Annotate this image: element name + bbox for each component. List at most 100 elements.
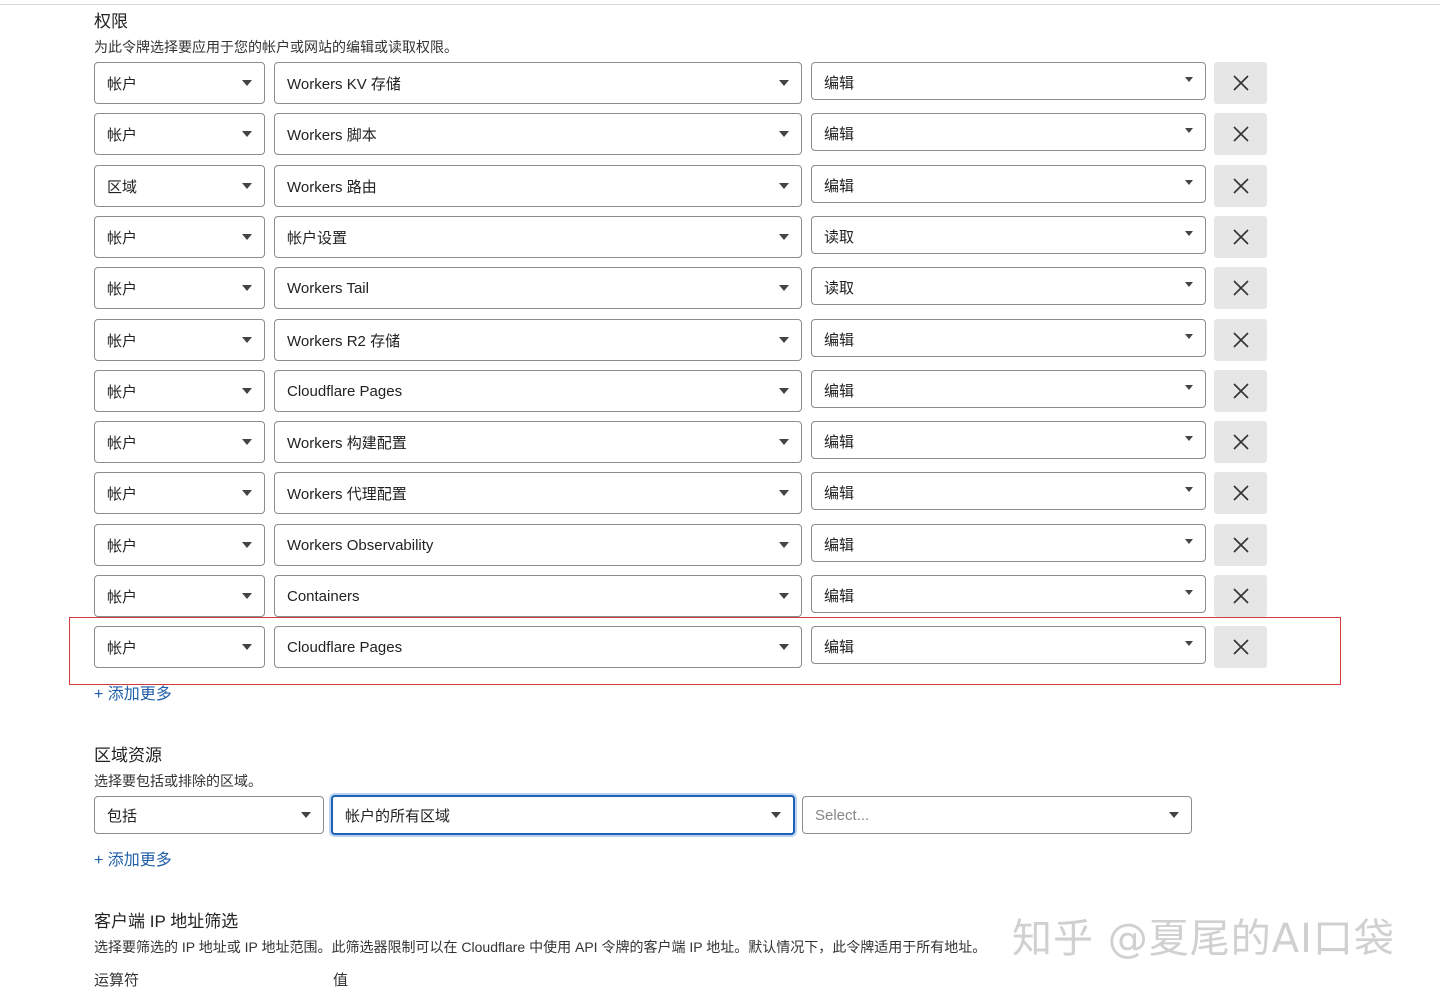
scope-value: 帐户 bbox=[107, 332, 138, 350]
scope-select[interactable]: 帐户 bbox=[94, 267, 265, 309]
zone-target-value: 帐户的所有区域 bbox=[345, 807, 451, 825]
access-select[interactable]: 编辑 bbox=[811, 165, 1206, 203]
resource-select[interactable]: Workers R2 存储 bbox=[274, 319, 802, 361]
scope-select[interactable]: 帐户 bbox=[94, 62, 265, 104]
access-select[interactable]: 编辑 bbox=[811, 421, 1206, 459]
resource-select[interactable]: Workers KV 存储 bbox=[274, 62, 802, 104]
remove-permission-button[interactable] bbox=[1214, 575, 1267, 617]
access-select[interactable]: 编辑 bbox=[811, 62, 1206, 100]
permission-row: 帐户 Workers KV 存储 编辑 bbox=[0, 62, 1440, 106]
caret-down-icon bbox=[242, 337, 252, 343]
resource-select[interactable]: Workers Observability bbox=[274, 524, 802, 566]
scope-select[interactable]: 帐户 bbox=[94, 319, 265, 361]
zone-specific-select[interactable]: Select... bbox=[802, 796, 1192, 834]
access-value: 编辑 bbox=[824, 383, 855, 400]
resource-select[interactable]: Workers 构建配置 bbox=[274, 421, 802, 463]
access-select[interactable]: 编辑 bbox=[811, 524, 1206, 562]
remove-permission-button[interactable] bbox=[1214, 113, 1267, 155]
scope-select[interactable]: 帐户 bbox=[94, 370, 265, 412]
resource-select[interactable]: Workers 代理配置 bbox=[274, 472, 802, 514]
scope-value: 帐户 bbox=[107, 126, 138, 144]
caret-down-icon bbox=[771, 812, 781, 818]
operator-label: 运算符 bbox=[94, 972, 140, 989]
client-ip-title: 客户端 IP 地址筛选 bbox=[94, 912, 239, 931]
caret-down-icon bbox=[1185, 487, 1193, 492]
scope-select[interactable]: 帐户 bbox=[94, 472, 265, 514]
resource-select[interactable]: Containers bbox=[274, 575, 802, 617]
resource-select[interactable]: Workers 脚本 bbox=[274, 113, 802, 155]
access-value: 编辑 bbox=[824, 332, 855, 349]
permission-row: 区域 Workers 路由 编辑 bbox=[0, 165, 1440, 209]
caret-down-icon bbox=[1185, 436, 1193, 441]
permission-row: 帐户 Workers 脚本 编辑 bbox=[0, 113, 1440, 157]
zone-include-select[interactable]: 包括 bbox=[94, 796, 324, 834]
close-icon bbox=[1232, 537, 1249, 553]
scope-value: 帐户 bbox=[107, 588, 138, 606]
access-select[interactable]: 编辑 bbox=[811, 319, 1206, 357]
access-value: 编辑 bbox=[824, 178, 855, 195]
permission-row: 帐户 Cloudflare Pages 编辑 bbox=[0, 370, 1440, 414]
resource-value: Workers R2 存储 bbox=[287, 332, 401, 350]
remove-permission-button[interactable] bbox=[1214, 216, 1267, 258]
scope-value: 帐户 bbox=[107, 537, 138, 555]
access-select[interactable]: 读取 bbox=[811, 216, 1206, 254]
resource-select[interactable]: 帐户设置 bbox=[274, 216, 802, 258]
scope-value: 区域 bbox=[107, 178, 138, 196]
access-select[interactable]: 编辑 bbox=[811, 370, 1206, 408]
highlight-box bbox=[69, 617, 1341, 685]
permission-row: 帐户 Workers 构建配置 编辑 bbox=[0, 421, 1440, 465]
caret-down-icon bbox=[1185, 385, 1193, 390]
caret-down-icon bbox=[242, 490, 252, 496]
close-icon bbox=[1232, 229, 1249, 245]
value-label: 值 bbox=[333, 972, 349, 989]
remove-permission-button[interactable] bbox=[1214, 421, 1267, 463]
resource-value: Cloudflare Pages bbox=[287, 382, 403, 400]
remove-permission-button[interactable] bbox=[1214, 165, 1267, 207]
permission-row: 帐户 Workers R2 存储 编辑 bbox=[0, 319, 1440, 363]
remove-permission-button[interactable] bbox=[1214, 319, 1267, 361]
scope-value: 帐户 bbox=[107, 485, 138, 503]
remove-permission-button[interactable] bbox=[1214, 370, 1267, 412]
caret-down-icon bbox=[1185, 77, 1193, 82]
add-more-zones-link[interactable]: + 添加更多 bbox=[94, 846, 172, 870]
permissions-description: 为此令牌选择要应用于您的帐户或网站的编辑或读取权限。 bbox=[94, 39, 458, 55]
caret-down-icon bbox=[779, 285, 789, 291]
scope-select[interactable]: 帐户 bbox=[94, 421, 265, 463]
caret-down-icon bbox=[1185, 334, 1193, 339]
close-icon bbox=[1232, 383, 1249, 399]
access-select[interactable]: 编辑 bbox=[811, 575, 1206, 613]
scope-select[interactable]: 帐户 bbox=[94, 113, 265, 155]
resource-select[interactable]: Workers 路由 bbox=[274, 165, 802, 207]
zone-target-select[interactable]: 帐户的所有区域 bbox=[331, 795, 795, 835]
close-icon bbox=[1232, 280, 1249, 296]
permission-row: 帐户 Workers Observability 编辑 bbox=[0, 524, 1440, 568]
resource-value: Workers 构建配置 bbox=[287, 434, 407, 452]
access-value: 读取 bbox=[824, 229, 855, 246]
permission-row: 帐户 Workers 代理配置 编辑 bbox=[0, 472, 1440, 516]
top-divider bbox=[0, 4, 1440, 5]
remove-permission-button[interactable] bbox=[1214, 524, 1267, 566]
access-select[interactable]: 读取 bbox=[811, 267, 1206, 305]
zone-specific-placeholder: Select... bbox=[815, 806, 870, 824]
remove-permission-button[interactable] bbox=[1214, 472, 1267, 514]
resource-value: Workers Tail bbox=[287, 279, 369, 297]
caret-down-icon bbox=[1169, 812, 1179, 818]
caret-down-icon bbox=[779, 490, 789, 496]
scope-select[interactable]: 区域 bbox=[94, 165, 265, 207]
add-more-permissions-link[interactable]: + 添加更多 bbox=[94, 680, 172, 704]
resource-select[interactable]: Cloudflare Pages bbox=[274, 370, 802, 412]
remove-permission-button[interactable] bbox=[1214, 267, 1267, 309]
permissions-title: 权限 bbox=[94, 12, 128, 31]
scope-select[interactable]: 帐户 bbox=[94, 524, 265, 566]
scope-select[interactable]: 帐户 bbox=[94, 575, 265, 617]
access-select[interactable]: 编辑 bbox=[811, 472, 1206, 510]
caret-down-icon bbox=[779, 388, 789, 394]
resource-select[interactable]: Workers Tail bbox=[274, 267, 802, 309]
caret-down-icon bbox=[779, 131, 789, 137]
access-select[interactable]: 编辑 bbox=[811, 113, 1206, 151]
remove-permission-button[interactable] bbox=[1214, 62, 1267, 104]
scope-select[interactable]: 帐户 bbox=[94, 216, 265, 258]
caret-down-icon bbox=[779, 337, 789, 343]
caret-down-icon bbox=[242, 80, 252, 86]
close-icon bbox=[1232, 332, 1249, 348]
